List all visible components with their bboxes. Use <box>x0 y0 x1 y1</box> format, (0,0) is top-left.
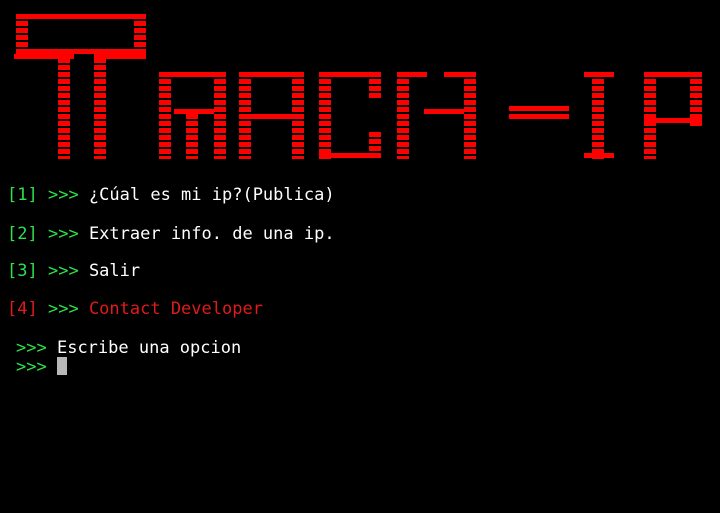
option-label: Extraer info. de una ip. <box>88 224 335 244</box>
option-number: [2] <box>7 224 38 244</box>
menu-option-4[interactable]: [4] >>> Contact Developer <box>7 298 263 320</box>
option-number: [1] <box>7 185 38 205</box>
option-label: ¿Cúal es mi ip?(Publica) <box>88 185 335 205</box>
input-arrow: >>> <box>16 357 47 377</box>
track-ip-ascii-banner: Track-ip <box>14 14 702 159</box>
option-arrow: >>> <box>47 299 79 319</box>
option-arrow: >>> <box>47 185 79 205</box>
option-arrow: >>> <box>47 224 79 244</box>
prompt-message: Escribe una opcion <box>56 338 242 358</box>
option-number: [3] <box>7 261 38 281</box>
prompt-arrow: >>> <box>16 338 47 358</box>
input-line[interactable]: >>> <box>16 356 67 378</box>
terminal-cursor <box>56 357 67 375</box>
option-number: [4] <box>7 299 38 319</box>
option-label: Salir <box>88 261 141 281</box>
option-arrow: >>> <box>47 261 79 281</box>
menu-option-3[interactable]: [3] >>> Salir <box>7 260 140 282</box>
menu-option-1[interactable]: [1] >>> ¿Cúal es mi ip?(Publica) <box>7 184 335 206</box>
menu-option-2[interactable]: [2] >>> Extraer info. de una ip. <box>7 223 335 245</box>
option-label: Contact Developer <box>88 299 263 319</box>
